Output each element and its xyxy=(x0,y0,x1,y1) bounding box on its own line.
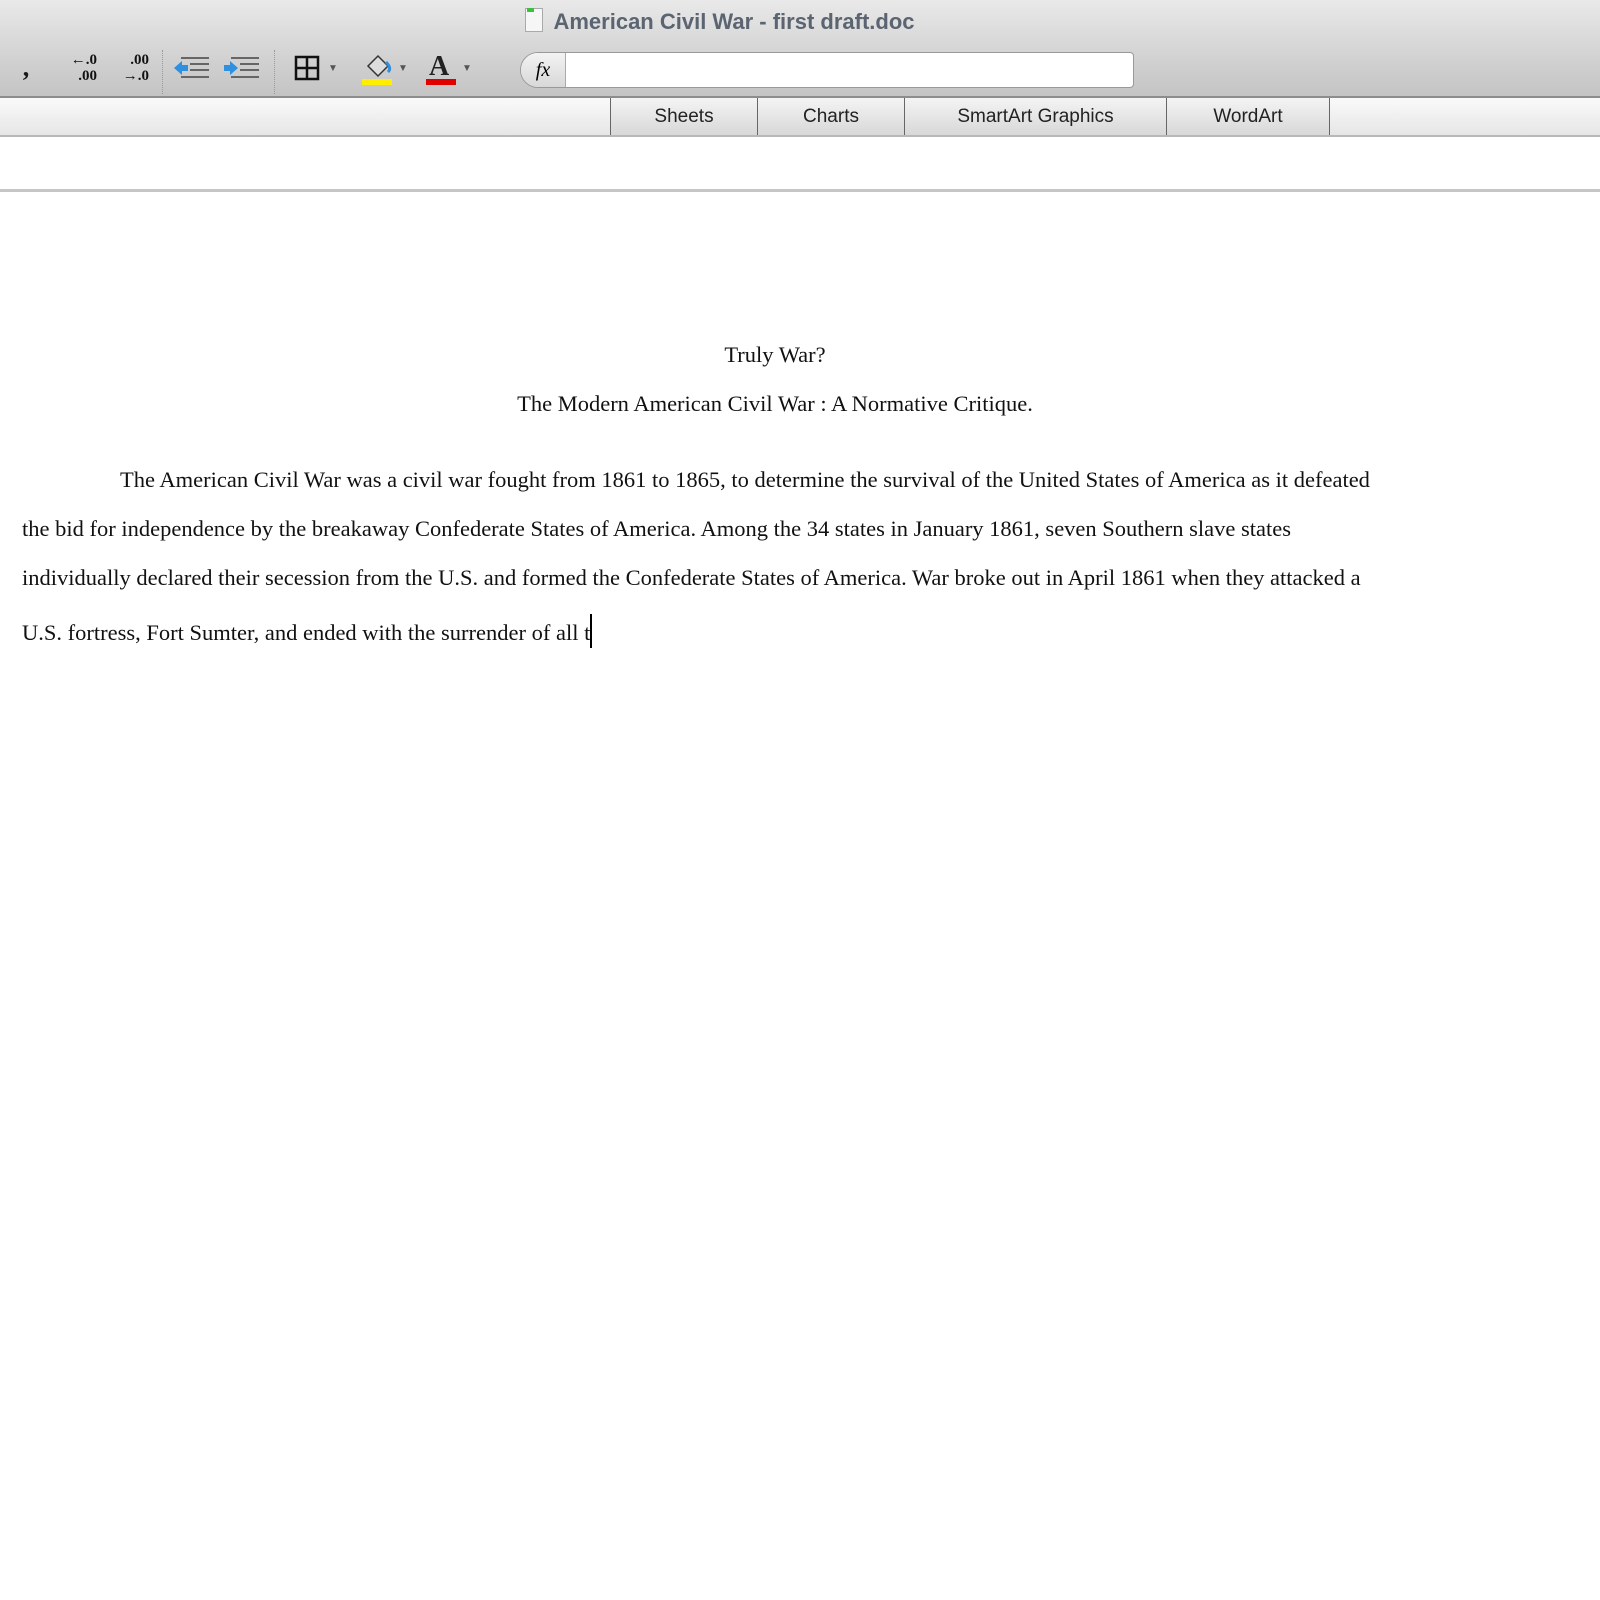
formula-input[interactable] xyxy=(569,55,1123,85)
fill-color-button[interactable]: ▼ xyxy=(356,48,412,88)
document-title: Truly War? xyxy=(724,342,826,367)
borders-icon xyxy=(294,55,320,81)
chevron-down-icon[interactable]: ▼ xyxy=(462,63,472,74)
comma-style-button[interactable]: , xyxy=(16,48,36,88)
decrease-decimal-button[interactable]: .00 →.0 xyxy=(112,48,152,88)
fill-color-swatch xyxy=(362,79,393,85)
decrease-decimal-icon: .00 →.0 xyxy=(122,52,149,84)
svg-text:A: A xyxy=(429,51,450,82)
paragraph-line: the bid for independence by the breakawa… xyxy=(22,516,1291,541)
decrease-indent-icon xyxy=(174,57,209,78)
paragraph-line: individually declared their secession fr… xyxy=(22,565,1361,590)
formula-bar: fx xyxy=(520,52,1134,88)
tab-charts[interactable]: Charts xyxy=(757,98,905,135)
chevron-down-icon[interactable]: ▼ xyxy=(328,63,338,74)
paragraph-line: The American Civil War was a civil war f… xyxy=(120,467,1370,492)
document-icon xyxy=(525,8,544,32)
paragraph-line: U.S. fortress, Fort Sumter, and ended wi… xyxy=(22,614,593,648)
font-color-icon: A xyxy=(426,51,457,85)
increase-indent-button[interactable] xyxy=(222,48,262,88)
document-subtitle: The Modern American Civil War : A Normat… xyxy=(517,391,1033,416)
ribbon: Sheets Charts SmartArt Graphics WordArt xyxy=(0,98,1600,137)
toolbar: American Civil War - first draft.doc , ←… xyxy=(0,0,1600,98)
font-color-button[interactable]: A ▼ xyxy=(420,48,476,88)
font-color-swatch xyxy=(426,79,457,85)
window-title: American Civil War - first draft.doc xyxy=(0,8,1440,35)
tab-wordart[interactable]: WordArt xyxy=(1166,98,1330,135)
increase-indent-icon xyxy=(224,57,259,78)
chevron-down-icon[interactable]: ▼ xyxy=(398,63,408,74)
decrease-indent-button[interactable] xyxy=(172,48,212,88)
text-cursor xyxy=(590,614,593,648)
paint-bucket-icon xyxy=(362,54,393,85)
function-button[interactable]: fx xyxy=(521,53,566,87)
ribbon-panel xyxy=(0,137,1600,192)
tab-sheets[interactable]: Sheets xyxy=(610,98,758,135)
tab-smartart-graphics[interactable]: SmartArt Graphics xyxy=(904,98,1167,135)
borders-button[interactable]: ▼ xyxy=(288,48,344,88)
increase-decimal-button[interactable]: ←.0 .00 xyxy=(60,48,100,88)
increase-decimal-icon: ←.0 .00 xyxy=(70,52,97,84)
